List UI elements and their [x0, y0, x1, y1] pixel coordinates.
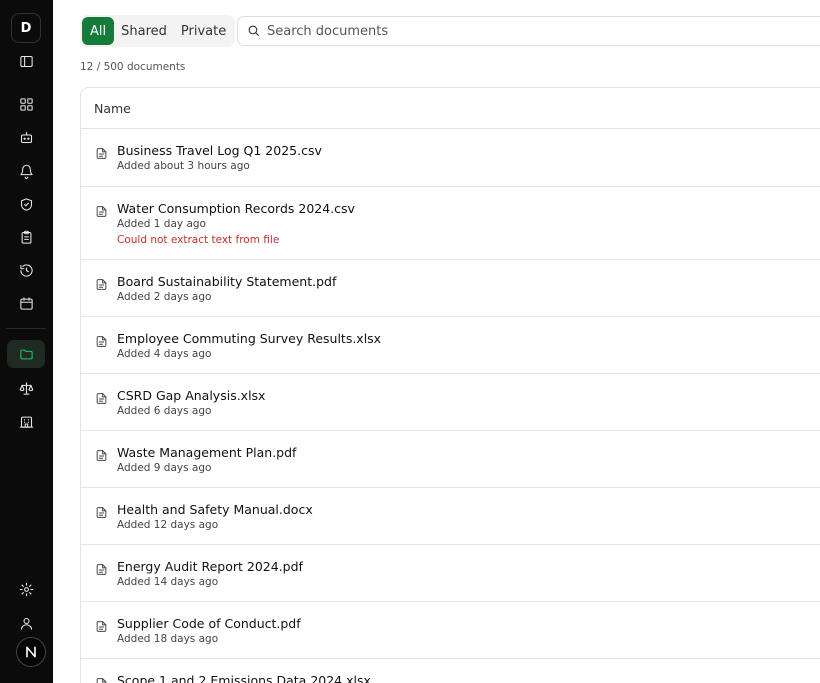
document-title[interactable]: Supplier Code of Conduct.pdf	[117, 616, 301, 631]
bot-icon[interactable]	[11, 122, 41, 152]
document-added-time: Added 2 days ago	[117, 291, 212, 303]
table-row[interactable]: Water Consumption Records 2024.csv Added…	[81, 187, 820, 260]
shield-check-icon[interactable]	[11, 189, 41, 219]
document-title[interactable]: Water Consumption Records 2024.csv	[117, 201, 355, 216]
document-added-time: Added 9 days ago	[117, 462, 212, 474]
document-count: 12 / 500 documents	[80, 61, 186, 73]
dashboard-icon[interactable]	[11, 89, 41, 119]
building-icon[interactable]	[11, 406, 41, 436]
file-icon	[95, 333, 108, 347]
tab-all[interactable]: All	[82, 17, 115, 45]
table-row[interactable]: Waste Management Plan.pdf Added 9 days a…	[81, 431, 820, 488]
documents-table: Name Business Travel Log Q1 2025.csv Add…	[80, 87, 820, 683]
document-title[interactable]: Employee Commuting Survey Results.xlsx	[117, 331, 381, 346]
sidebar-toggle-icon[interactable]	[11, 46, 41, 76]
search-box	[237, 16, 820, 46]
sidebar: D	[0, 0, 53, 683]
folder-icon[interactable]	[7, 340, 45, 368]
column-header-name[interactable]: Name	[81, 88, 820, 129]
table-row[interactable]: Health and Safety Manual.docx Added 12 d…	[81, 488, 820, 545]
table-row[interactable]: CSRD Gap Analysis.xlsx Added 6 days ago	[81, 374, 820, 431]
document-added-time: Added 1 day ago	[117, 218, 206, 230]
extraction-error-message: Could not extract text from file	[117, 234, 280, 246]
table-row[interactable]: Supplier Code of Conduct.pdf Added 18 da…	[81, 602, 820, 659]
file-icon	[95, 390, 108, 404]
document-title[interactable]: CSRD Gap Analysis.xlsx	[117, 388, 265, 403]
document-added-time: Added 6 days ago	[117, 405, 212, 417]
document-added-time: Added 18 days ago	[117, 633, 219, 645]
table-row[interactable]: Business Travel Log Q1 2025.csv Added ab…	[81, 129, 820, 187]
document-added-time: Added 4 days ago	[117, 348, 212, 360]
user-icon[interactable]	[11, 608, 41, 638]
file-icon	[95, 618, 108, 632]
tab-private[interactable]: Private	[174, 17, 233, 45]
file-icon	[95, 504, 108, 518]
bell-icon[interactable]	[11, 156, 41, 186]
table-row[interactable]: Board Sustainability Statement.pdf Added…	[81, 260, 820, 317]
scale-icon[interactable]	[11, 373, 41, 403]
file-icon	[95, 145, 108, 159]
table-row[interactable]: Energy Audit Report 2024.pdf Added 14 da…	[81, 545, 820, 602]
search-icon	[247, 22, 260, 41]
file-icon	[95, 447, 108, 461]
file-icon	[95, 203, 108, 217]
document-title[interactable]: Business Travel Log Q1 2025.csv	[117, 143, 322, 158]
n-logo-icon[interactable]	[16, 637, 46, 667]
table-row[interactable]: Employee Commuting Survey Results.xlsx A…	[81, 317, 820, 374]
document-title[interactable]: Health and Safety Manual.docx	[117, 502, 313, 517]
table-row[interactable]: Scope 1 and 2 Emissions Data 2024.xlsx	[81, 659, 820, 683]
document-added-time: Added 14 days ago	[117, 576, 219, 588]
history-icon[interactable]	[11, 255, 41, 285]
document-title[interactable]: Energy Audit Report 2024.pdf	[117, 559, 303, 574]
document-title[interactable]: Scope 1 and 2 Emissions Data 2024.xlsx	[117, 673, 371, 683]
calendar-icon[interactable]	[11, 288, 41, 318]
file-icon	[95, 675, 108, 683]
tab-shared[interactable]: Shared	[114, 17, 174, 45]
file-icon	[95, 276, 108, 290]
document-title[interactable]: Waste Management Plan.pdf	[117, 445, 296, 460]
document-added-time: Added 12 days ago	[117, 519, 219, 531]
settings-icon[interactable]	[11, 574, 41, 604]
visibility-filter-tabs: All Shared Private	[80, 15, 236, 47]
document-added-time: Added about 3 hours ago	[117, 160, 250, 172]
search-input[interactable]	[267, 23, 787, 39]
sidebar-divider	[6, 328, 46, 329]
clipboard-icon[interactable]	[11, 222, 41, 252]
file-icon	[95, 561, 108, 575]
document-title[interactable]: Board Sustainability Statement.pdf	[117, 274, 336, 289]
workspace-badge[interactable]: D	[11, 13, 41, 43]
